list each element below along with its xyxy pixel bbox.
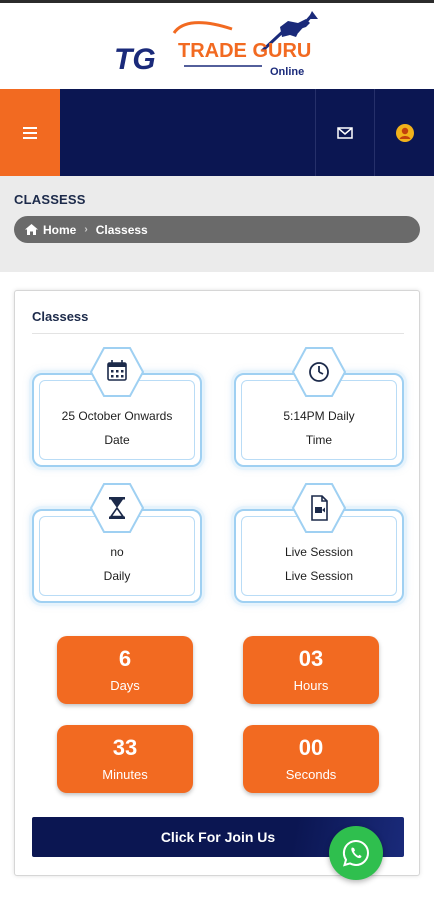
- breadcrumb-section: CLASSESS Home › Classess: [0, 176, 434, 272]
- info-value: 25 October Onwards: [61, 409, 173, 423]
- whatsapp-icon: [342, 839, 369, 867]
- countdown-label: Seconds: [285, 767, 337, 782]
- nav-bar: [0, 89, 434, 176]
- card-divider: [32, 333, 404, 334]
- countdown-minutes: 33 Minutes: [57, 725, 193, 793]
- logo-name: TRADE GURU: [178, 40, 311, 62]
- countdown-label: Days: [110, 678, 140, 693]
- info-box-frequency: no Daily: [32, 483, 202, 603]
- countdown-days: 6 Days: [57, 636, 193, 704]
- countdown-value: 6: [118, 646, 132, 671]
- countdown-label: Hours: [293, 678, 329, 693]
- breadcrumb-home-link[interactable]: Home: [43, 223, 76, 237]
- logo-sub: Online: [270, 66, 304, 78]
- breadcrumb-current: Classess: [95, 222, 148, 237]
- info-label: Date: [104, 433, 130, 447]
- breadcrumb: Home › Classess: [14, 216, 420, 243]
- menu-button[interactable]: [0, 89, 60, 176]
- countdown-value: 00: [298, 735, 324, 760]
- home-icon: [25, 224, 38, 235]
- calendar-icon: [90, 347, 144, 397]
- clock-icon: [292, 347, 346, 397]
- trade-guru-logo[interactable]: TG TRADE GURU Online: [112, 11, 324, 85]
- hourglass-icon: [90, 483, 144, 533]
- video-file-icon: [292, 483, 346, 533]
- hamburger-icon: [23, 126, 37, 139]
- class-card: Classess 25 October Onwards Date 5:14PM …: [14, 290, 420, 876]
- info-value: no: [110, 545, 124, 559]
- logo-graphic: TG TRADE GURU Online: [114, 11, 318, 78]
- info-value: Live Session: [284, 545, 354, 559]
- logo-initials: TG: [114, 43, 156, 76]
- countdown-seconds: 00 Seconds: [243, 725, 379, 793]
- info-value: 5:14PM Daily: [283, 409, 355, 423]
- info-box-time: 5:14PM Daily Time: [234, 347, 404, 467]
- page-title: CLASSESS: [14, 192, 86, 207]
- user-avatar-icon: [395, 123, 414, 142]
- logo-header: TG TRADE GURU Online: [0, 3, 434, 89]
- breadcrumb-separator: ›: [84, 224, 88, 235]
- info-label: Live Session: [284, 569, 354, 583]
- info-label: Time: [305, 433, 333, 447]
- countdown-label: Minutes: [102, 767, 148, 782]
- card-title: Classess: [32, 309, 89, 324]
- countdown-value: 03: [298, 646, 324, 671]
- mail-button[interactable]: [316, 89, 374, 176]
- info-label: Daily: [103, 569, 131, 583]
- countdown-hours: 03 Hours: [243, 636, 379, 704]
- user-button[interactable]: [375, 89, 434, 176]
- countdown-value: 33: [112, 735, 138, 760]
- info-box-session: Live Session Live Session: [234, 483, 404, 603]
- info-box-date: 25 October Onwards Date: [32, 347, 202, 467]
- envelope-icon: [337, 126, 353, 139]
- whatsapp-button[interactable]: [329, 826, 383, 880]
